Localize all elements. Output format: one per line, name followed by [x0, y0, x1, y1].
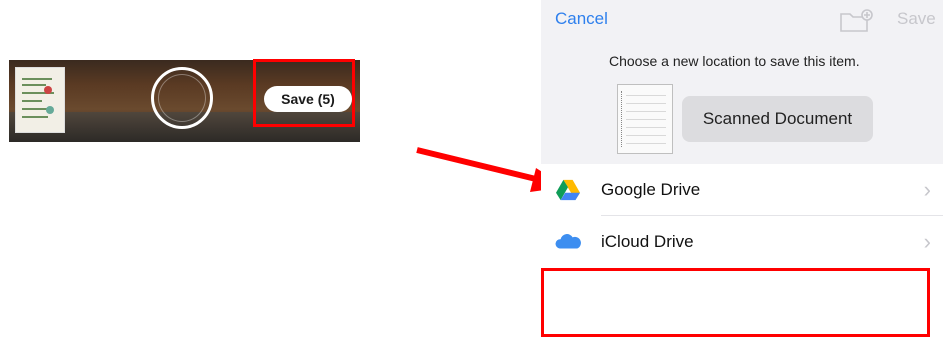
sheet-message: Choose a new location to save this item. — [609, 53, 860, 69]
location-label: iCloud Drive — [601, 232, 694, 251]
location-list: Google Drive › iCloud Drive › — [541, 164, 943, 268]
document-name-field[interactable]: Scanned Document — [682, 96, 873, 142]
chevron-right-icon: › — [923, 177, 931, 202]
icloud-icon — [555, 234, 581, 249]
chevron-right-icon: › — [923, 229, 931, 254]
highlight-empty-area — [541, 268, 930, 337]
location-google-drive[interactable]: Google Drive › — [541, 164, 943, 216]
cancel-button[interactable]: Cancel — [555, 9, 608, 29]
new-folder-icon[interactable] — [839, 9, 875, 33]
location-label: Google Drive — [601, 180, 701, 199]
google-drive-icon — [556, 179, 580, 201]
document-thumbnail — [617, 84, 673, 154]
save-button[interactable]: Save — [897, 9, 936, 29]
location-icloud-drive[interactable]: iCloud Drive › — [541, 216, 943, 268]
